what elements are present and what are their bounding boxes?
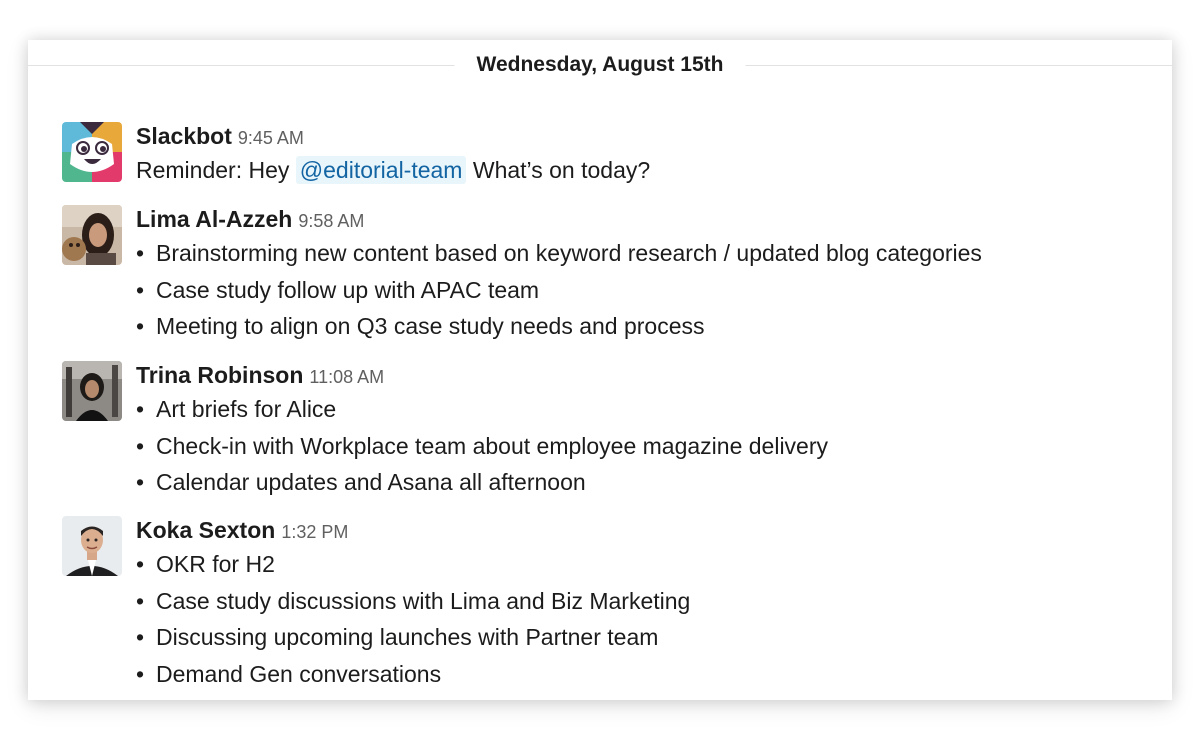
sender-name[interactable]: Lima Al-Azzeh [136, 206, 292, 232]
bullet-text: Meeting to align on Q3 case study needs … [156, 313, 705, 339]
bullet-glyph: • [136, 587, 145, 614]
bullet-glyph: • [136, 624, 145, 650]
message-timestamp[interactable]: 9:45 AM [238, 128, 304, 148]
bullet-item: • Check-in with Workplace team about empl… [136, 428, 1152, 465]
bullet-text: Case study follow up with APAC team [156, 276, 540, 303]
day-divider: Wednesday, August 15th [28, 52, 1172, 80]
sender-name[interactable]: Trina Robinson [136, 362, 303, 388]
bullet-glyph: • [136, 396, 145, 422]
slackbot-avatar-icon[interactable] [62, 122, 122, 182]
bullet-item: • Brainstorming new content based on keyw… [136, 235, 1152, 272]
message-text-suffix: What’s on today? [472, 157, 651, 183]
bullet-item: • Art briefs for Alice [136, 391, 1152, 428]
bullet-item: • Case study follow up with APAC team [136, 272, 1152, 309]
message-text-prefix: Reminder: Hey [136, 157, 290, 183]
bullet-text: Case study discussions with Lima and Biz… [156, 587, 691, 614]
bullet-text: OKR for H2 [156, 551, 275, 577]
bullet-glyph: • [136, 276, 145, 303]
sender-name[interactable]: Koka Sexton [136, 517, 275, 543]
bullet-text: Calendar updates and Asana all afternoon [156, 469, 586, 495]
bullet-glyph: • [136, 240, 145, 266]
message-timestamp[interactable]: 11:08 AM [309, 367, 384, 387]
bullet-glyph: • [136, 432, 145, 459]
sender-name[interactable]: Slackbot [136, 123, 232, 149]
bullet-text: Check-in with Workplace team about emplo… [156, 432, 829, 459]
bullet-item: • Demand Gen conversations [136, 656, 1152, 693]
mention-link[interactable]: @editorial-team [295, 156, 467, 184]
trina-avatar[interactable] [62, 361, 122, 421]
bullet-text: Brainstorming new content based on keywo… [156, 240, 982, 266]
bullet-text: Discussing upcoming launches with Partne… [156, 624, 659, 650]
bullet-glyph: • [136, 551, 145, 577]
bullet-item: • Calendar updates and Asana all afternoo… [136, 464, 1152, 501]
lima-avatar[interactable] [62, 205, 122, 265]
bullet-glyph: • [136, 313, 145, 339]
bullet-item: • Case study discussions with Lima and Bi… [136, 583, 1152, 620]
bullet-item: • Meeting to align on Q3 case study needs… [136, 308, 1152, 345]
bullet-item: • Discussing upcoming launches with Partn… [136, 619, 1152, 656]
message-timestamp[interactable]: 9:58 AM [298, 211, 364, 231]
message-timestamp[interactable]: 1:32 PM [281, 522, 348, 542]
bullet-text: Art briefs for Alice [156, 396, 337, 422]
bullet-item: • OKR for H2 [136, 546, 1152, 583]
bullet-text: Demand Gen conversations [156, 660, 442, 687]
message-pane: Wednesday, August 15th Slackbot 9:45 AM [28, 40, 1172, 700]
message-text: Reminder: Hey @editorial-team What’s on … [136, 152, 1152, 189]
day-divider-label[interactable]: Wednesday, August 15th [454, 52, 746, 78]
koka-avatar[interactable] [62, 516, 122, 576]
bullet-glyph: • [136, 469, 145, 495]
bullet-glyph: • [136, 660, 145, 687]
